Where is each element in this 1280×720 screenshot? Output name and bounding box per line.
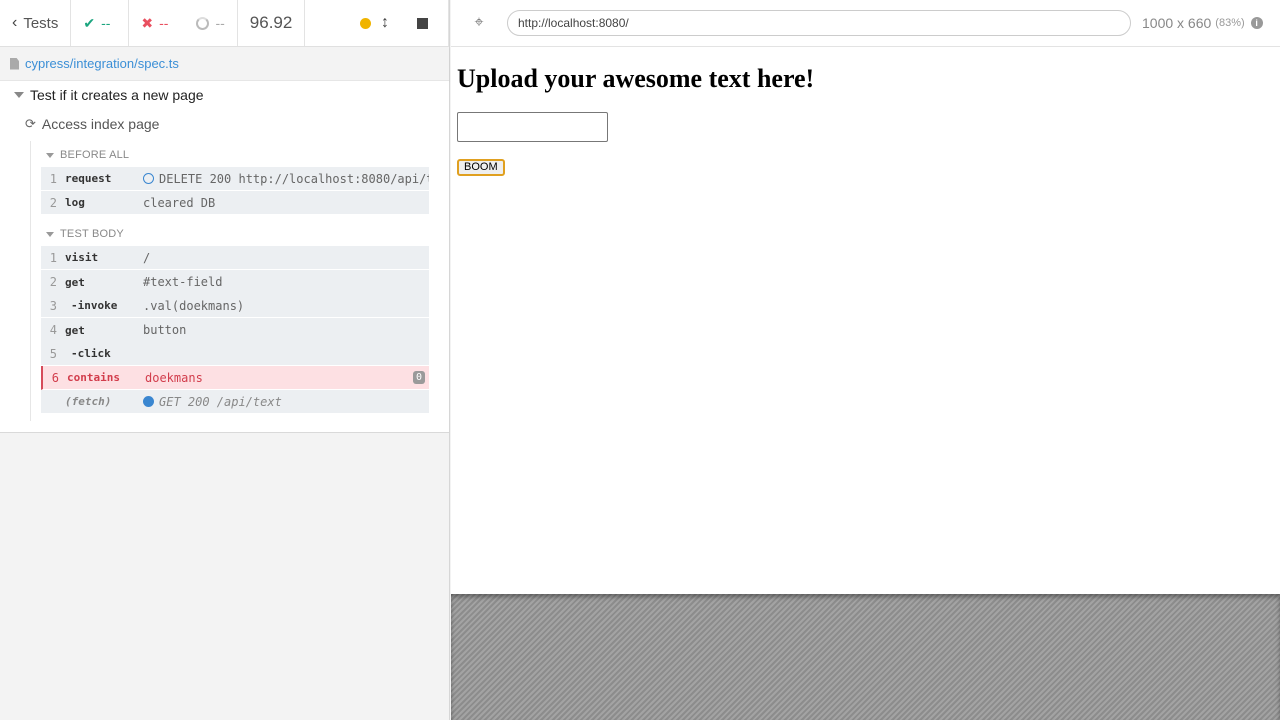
command-message: cleared DB: [143, 195, 216, 210]
test-title[interactable]: ⟳ Access index page: [25, 116, 159, 132]
command-row[interactable]: 2 log cleared DB: [41, 191, 429, 215]
command-row[interactable]: 2 get #text-field: [41, 270, 429, 294]
info-icon[interactable]: i: [1250, 17, 1263, 29]
viewport-size: 1000 x 660: [1142, 15, 1212, 31]
runnable-tree: Test if it creates a new page ⟳ Access i…: [0, 81, 449, 433]
running-indicator-icon: [360, 17, 371, 29]
command-message: DELETE 200 http://localhost:8080/api/tex…: [143, 172, 429, 186]
command-name: get: [65, 323, 85, 337]
command-name: log: [65, 196, 85, 209]
aut-panel: ⌖ http://localhost:8080/ 1000 x 660 (83%…: [451, 0, 1280, 720]
tests-label: Tests: [23, 14, 59, 32]
command-row-fetch[interactable]: (fetch) GET 200 /api/text: [41, 390, 429, 414]
auto-scroll-toggle-icon[interactable]: ↕: [381, 14, 389, 32]
command-name: request: [65, 172, 112, 185]
selector-playground-icon[interactable]: ⌖: [451, 14, 507, 32]
text-field[interactable]: [457, 112, 608, 142]
url-field[interactable]: http://localhost:8080/: [507, 10, 1131, 36]
file-icon: [10, 57, 19, 70]
duration: 96.92: [238, 0, 306, 46]
command-row[interactable]: 3 -invoke .val(doekmans): [41, 294, 429, 318]
request-status-icon: [143, 396, 154, 407]
spec-header: cypress/integration/spec.ts: [0, 47, 449, 81]
command-message: doekmans: [145, 370, 203, 385]
command-message: #text-field: [143, 275, 223, 289]
pending-ring-icon: [196, 16, 210, 30]
command-message: /: [143, 250, 151, 265]
caret-down-icon: [14, 92, 24, 98]
command-row[interactable]: 1 request DELETE 200 http://localhost:80…: [41, 167, 429, 191]
match-count-badge: 0: [412, 371, 425, 384]
chevron-left-icon: ‹: [12, 14, 18, 31]
command-message: button: [143, 323, 187, 337]
tests-button[interactable]: ‹ Tests: [0, 0, 72, 46]
boom-button[interactable]: BOOM: [457, 159, 505, 176]
viewport-zoom: (83%): [1215, 17, 1245, 29]
command-name: visit: [65, 251, 99, 264]
command-message: GET 200 /api/text: [143, 395, 429, 409]
hook-before-all-label: BEFORE ALL: [60, 149, 130, 161]
command-number: 4: [49, 323, 57, 337]
command-row[interactable]: 5 -click: [41, 342, 429, 366]
passed-stat: ✔ --: [71, 0, 130, 46]
hook-before-all[interactable]: BEFORE ALL: [46, 149, 129, 161]
passed-count: --: [101, 15, 111, 31]
check-icon: ✔: [83, 14, 96, 31]
viewport-backdrop: [451, 594, 1280, 720]
test-body-commands: 1 visit / 2 get #text-field 3 -invoke .v…: [41, 246, 429, 414]
hook-test-body-label: TEST BODY: [60, 228, 124, 240]
hook-test-body[interactable]: TEST BODY: [46, 228, 124, 240]
command-row[interactable]: 1 visit /: [41, 246, 429, 270]
stop-icon[interactable]: [417, 17, 428, 29]
request-status-icon: [143, 173, 154, 184]
command-name: -invoke: [71, 299, 118, 312]
suite-title-text: Test if it creates a new page: [30, 87, 204, 103]
reporter-panel: ‹ Tests ✔ -- ✖ -- -- 96.92 ↕ cypress/int…: [0, 0, 450, 720]
page-heading: Upload your awesome text here!: [457, 64, 815, 93]
run-controls: ↕: [305, 0, 449, 46]
command-number: 2: [49, 275, 57, 289]
command-number: 3: [49, 298, 57, 313]
command-message-text: DELETE 200 http://localhost:8080/api/tex…: [159, 171, 429, 186]
hook-guide-line: [30, 141, 31, 421]
command-row-failed[interactable]: 6 contains doekmans 0: [41, 366, 429, 390]
pending-count: --: [215, 15, 225, 31]
command-name: (fetch): [65, 395, 112, 408]
command-number: 2: [49, 195, 57, 210]
aut-header: ⌖ http://localhost:8080/ 1000 x 660 (83%…: [451, 0, 1280, 47]
caret-down-icon: [46, 152, 54, 158]
command-message: .val(doekmans): [143, 298, 245, 313]
refresh-icon: ⟳: [25, 116, 36, 131]
caret-down-icon: [46, 231, 54, 237]
command-name: -click: [71, 347, 111, 360]
command-row[interactable]: 4 get button: [41, 318, 429, 342]
command-number: 6: [51, 370, 59, 385]
before-all-commands: 1 request DELETE 200 http://localhost:80…: [41, 167, 429, 215]
command-name: get: [65, 275, 85, 289]
viewport-info: 1000 x 660 (83%) i: [1142, 15, 1263, 31]
failed-count: --: [159, 15, 169, 31]
failed-stat: ✖ --: [129, 0, 184, 46]
command-number: 1: [49, 250, 57, 265]
command-message-text: GET 200 /api/text: [159, 394, 282, 409]
x-icon: ✖: [141, 14, 154, 31]
spec-path-link[interactable]: cypress/integration/spec.ts: [25, 56, 179, 71]
command-name: contains: [67, 371, 120, 384]
command-number: 5: [49, 346, 57, 361]
test-title-text: Access index page: [41, 116, 160, 132]
command-number: 1: [49, 171, 57, 186]
app-iframe: Upload your awesome text here! BOOM: [451, 47, 1280, 594]
reporter-header: ‹ Tests ✔ -- ✖ -- -- 96.92 ↕: [0, 0, 449, 47]
pending-stat: --: [184, 0, 238, 46]
suite-title[interactable]: Test if it creates a new page: [14, 87, 204, 103]
